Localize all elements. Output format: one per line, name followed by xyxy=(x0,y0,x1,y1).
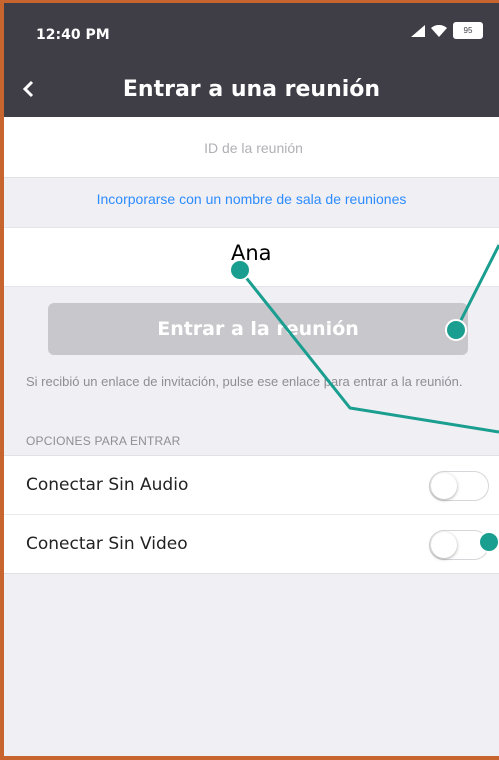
no-audio-toggle[interactable] xyxy=(429,471,489,501)
signal-icon xyxy=(411,24,425,37)
join-options-label: OPCIONES PARA ENTRAR xyxy=(26,434,181,448)
toggle-knob xyxy=(431,532,457,558)
display-name-field xyxy=(4,227,499,287)
status-time: 12:40 PM xyxy=(36,27,110,43)
status-bar: 12:40 PM 95 xyxy=(4,3,499,61)
nav-bar: Entrar a una reunión xyxy=(4,61,499,117)
toggle-knob xyxy=(431,473,457,499)
join-with-room-name-link[interactable]: Incorporarse con un nombre de sala de re… xyxy=(4,191,499,207)
app-frame: 12:40 PM 95 Entrar a una reunión Incorpo… xyxy=(0,0,499,760)
meeting-id-field xyxy=(4,117,499,179)
no-video-toggle[interactable] xyxy=(429,530,489,560)
battery-icon: 95 xyxy=(453,22,483,39)
display-name-input[interactable] xyxy=(229,238,393,268)
join-meeting-button[interactable]: Entrar a la reunión xyxy=(48,303,468,355)
invitation-hint: Si recibió un enlace de invitación, puls… xyxy=(26,374,463,389)
status-icons: 95 xyxy=(411,22,483,39)
join-options-list: Conectar Sin Audio Conectar Sin Video xyxy=(4,455,499,574)
wifi-icon xyxy=(431,24,447,37)
option-label-no-audio: Conectar Sin Audio xyxy=(26,475,189,495)
option-row-no-video: Conectar Sin Video xyxy=(4,515,499,573)
option-label-no-video: Conectar Sin Video xyxy=(26,534,188,554)
page-title: Entrar a una reunión xyxy=(122,77,381,102)
option-row-no-audio: Conectar Sin Audio xyxy=(4,456,499,515)
meeting-id-input[interactable] xyxy=(4,117,499,179)
